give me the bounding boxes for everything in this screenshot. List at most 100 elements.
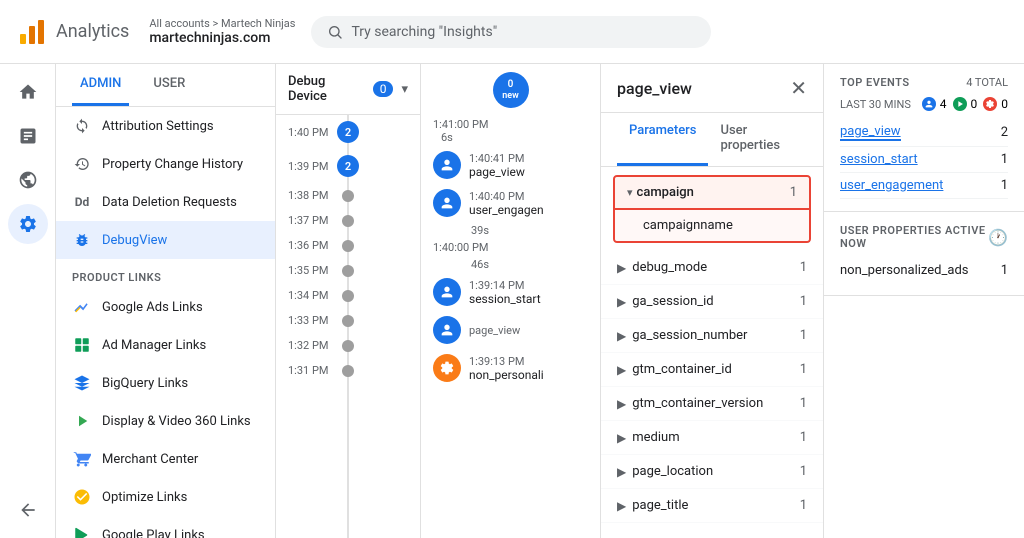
nav-reports-icon[interactable]: [8, 116, 48, 156]
event-item-session-start[interactable]: 1:39:14 PM session_start: [421, 273, 600, 311]
param-row-medium[interactable]: ▶ medium 1: [601, 421, 823, 455]
account-selector[interactable]: All accounts > Martech Ninjas martechnin…: [149, 17, 295, 46]
search-bar[interactable]: Try searching "Insights": [311, 16, 711, 48]
campaign-count: 1: [790, 185, 797, 200]
event-time: 1:40:41 PM: [469, 152, 588, 165]
timeline-dot: 2: [337, 155, 359, 177]
sidebar-item-merchant[interactable]: Merchant Center: [56, 440, 275, 478]
param-row-page-location[interactable]: ▶ page_location 1: [601, 455, 823, 489]
event-info: 1:39:14 PM session_start: [469, 279, 588, 306]
gap-text: 39s: [471, 224, 588, 237]
user-prop-name: non_personalized_ads: [840, 263, 968, 278]
event-list-item-user-engagement: user_engagement 1: [840, 173, 1008, 199]
sidebar-item-ad-manager[interactable]: Ad Manager Links: [56, 326, 275, 364]
campaign-group-title: ▾ campaign: [627, 185, 694, 200]
timeline-item: 1:36 PM: [288, 233, 408, 258]
google-ads-icon: [72, 297, 92, 317]
event-item-page-view-1[interactable]: 1:40:41 PM page_view: [421, 146, 600, 184]
chevron-right-icon: ▶: [617, 363, 626, 377]
sidebar-item-label: BigQuery Links: [102, 376, 188, 391]
timeline-time: 1:40 PM: [288, 126, 337, 139]
tab-parameters[interactable]: Parameters: [617, 113, 708, 166]
search-placeholder: Try searching "Insights": [351, 24, 497, 40]
event-name: user_engagen: [469, 203, 588, 217]
person-icon: [433, 278, 461, 306]
tab-user[interactable]: USER: [145, 64, 193, 106]
param-value: 1: [800, 396, 807, 411]
event-item-page-view-2[interactable]: page_view: [421, 311, 600, 349]
breadcrumb: All accounts > Martech Ninjas: [149, 17, 295, 30]
stats-badges: 4 0 0: [922, 97, 1008, 111]
total-label: 4 TOTAL: [966, 76, 1008, 89]
sidebar-item-attribution[interactable]: Attribution Settings: [56, 107, 275, 145]
sidebar-item-google-play[interactable]: Google Play Links: [56, 516, 275, 538]
param-row-session-id[interactable]: ▶ ga_session_id 1: [601, 285, 823, 319]
event-name: page_view: [469, 165, 588, 179]
param-label: ▶ medium: [617, 430, 680, 445]
nav-explore-icon[interactable]: [8, 160, 48, 200]
top-events-title: TOP EVENTS: [840, 76, 910, 89]
timeline-dot-grey: [342, 215, 354, 227]
right-panel: TOP EVENTS 4 TOTAL LAST 30 MINS 4: [824, 64, 1024, 538]
param-row-session-number[interactable]: ▶ ga_session_number 1: [601, 319, 823, 353]
param-value: 1: [800, 328, 807, 343]
timeline-time: 1:33 PM: [288, 314, 342, 327]
sidebar-item-google-ads[interactable]: Google Ads Links: [56, 288, 275, 326]
param-row-gtm-container-id[interactable]: ▶ gtm_container_id 1: [601, 353, 823, 387]
sidebar-item-optimize[interactable]: Optimize Links: [56, 478, 275, 516]
person-icon: [433, 151, 461, 179]
history-icon: [72, 154, 92, 174]
stats-row: LAST 30 MINS 4 0: [840, 97, 1008, 111]
chevron-right-icon: ▶: [617, 499, 626, 513]
stat-blue-dot: [922, 97, 936, 111]
sidebar-item-bigquery[interactable]: BigQuery Links: [56, 364, 275, 402]
new-count: 0: [508, 79, 514, 91]
timeline-time: 1:36 PM: [288, 239, 342, 252]
event-time-label: 1:41:00 PM: [433, 118, 588, 131]
campaign-subitem: campaignname: [613, 210, 811, 243]
campaignname-label: campaignname: [643, 218, 733, 233]
person-icon: [433, 189, 461, 217]
event-list-name[interactable]: page_view: [840, 124, 901, 141]
left-nav: [0, 64, 56, 538]
debug-panel: Debug Device 0 ▾ 1:40 PM 2 1:39 PM 2: [276, 64, 421, 538]
timeline-time: 1:35 PM: [288, 264, 342, 277]
nav-home-icon[interactable]: [8, 72, 48, 112]
account-name[interactable]: martechninjas.com: [149, 30, 295, 46]
sidebar-item-display-video[interactable]: Display & Video 360 Links: [56, 402, 275, 440]
timeline-dot-grey: [342, 315, 354, 327]
user-props-title: USER PROPERTIES ACTIVE NOW: [840, 224, 988, 250]
event-list-name[interactable]: user_engagement: [840, 178, 943, 193]
debug-dropdown-icon[interactable]: ▾: [401, 82, 408, 97]
param-row-gtm-container-version[interactable]: ▶ gtm_container_version 1: [601, 387, 823, 421]
sidebar-item-label: DebugView: [102, 233, 167, 248]
campaign-group-header[interactable]: ▾ campaign 1: [613, 175, 811, 210]
nav-back-icon[interactable]: [8, 490, 48, 530]
timeline-item: 1:40 PM 2: [288, 115, 408, 149]
param-row-debug-mode[interactable]: ▶ debug_mode 1: [601, 251, 823, 285]
gap-label: 39s: [421, 222, 600, 239]
timeline-item: 1:38 PM: [288, 183, 408, 208]
sidebar-item-debugview[interactable]: DebugView: [56, 221, 275, 259]
tab-user-properties[interactable]: User properties: [708, 113, 807, 166]
merchant-icon: [72, 449, 92, 469]
param-row-page-title[interactable]: ▶ page_title 1: [601, 489, 823, 523]
sidebar-item-label: Ad Manager Links: [102, 338, 206, 353]
debug-header: Debug Device 0 ▾: [276, 64, 420, 115]
event-item-user-engage[interactable]: 1:40:40 PM user_engagen: [421, 184, 600, 222]
nav-admin-icon[interactable]: [8, 204, 48, 244]
sidebar-item-label: Google Ads Links: [102, 300, 203, 315]
close-icon[interactable]: ✕: [790, 76, 807, 100]
sidebar-item-label: Merchant Center: [102, 452, 198, 467]
debug-label: Debug Device: [288, 74, 365, 104]
sidebar-item-history[interactable]: Property Change History: [56, 145, 275, 183]
stat-red-count: 0: [1001, 97, 1008, 111]
sidebar-item-data-deletion[interactable]: Dd Data Deletion Requests: [56, 183, 275, 221]
tab-admin[interactable]: ADMIN: [72, 64, 129, 106]
param-value: 1: [800, 430, 807, 445]
timeline-time: 1:37 PM: [288, 214, 342, 227]
timeline-dot-grey: [342, 290, 354, 302]
event-item-non-personalized[interactable]: 1:39:13 PM non_personali: [421, 349, 600, 387]
param-value: 1: [800, 260, 807, 275]
event-list-name[interactable]: session_start: [840, 152, 918, 167]
